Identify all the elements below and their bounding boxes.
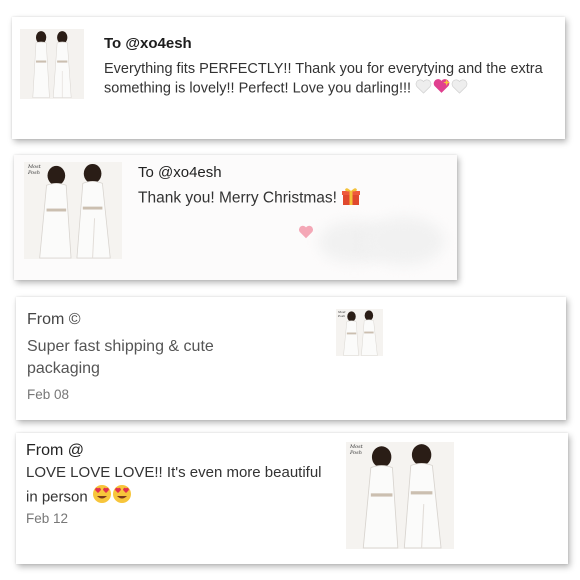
- heart-eyes-icon: [112, 484, 132, 511]
- review-date: Feb 12: [26, 511, 69, 526]
- dress-photo-icon: [24, 162, 122, 259]
- thumbnail-caption: Most Posh: [350, 444, 363, 456]
- white-heart-icon: [451, 79, 468, 99]
- listing-thumbnail[interactable]: [20, 29, 84, 99]
- listing-thumbnail[interactable]: Most Posh: [336, 309, 383, 356]
- review-message-text: Super fast shipping & cute packaging: [27, 338, 214, 377]
- review-date: Feb 08: [27, 387, 70, 402]
- recipient-label[interactable]: To @xo4esh: [104, 35, 192, 52]
- heart-eyes-icon: [92, 484, 112, 511]
- sender-label[interactable]: From ©: [27, 311, 81, 329]
- review-message: Everything fits PERFECTLY!! Thank you fo…: [104, 60, 554, 99]
- review-message-text: Everything fits PERFECTLY!! Thank you fo…: [104, 61, 543, 97]
- thumbnail-caption: Most Posh: [338, 310, 346, 318]
- recipient-label[interactable]: To @xo4esh: [138, 164, 222, 181]
- sender-label[interactable]: From @: [26, 442, 84, 460]
- dress-photo-icon: [346, 442, 454, 549]
- review-message-text: LOVE LOVE LOVE!! It's even more beautifu…: [26, 464, 322, 506]
- sparkling-heart-icon: [432, 78, 451, 99]
- review-card: From © Super fast shipping & cute packag…: [16, 297, 566, 420]
- white-heart-icon: [415, 79, 432, 99]
- redacted-area: [364, 217, 444, 265]
- review-card: From @ LOVE LOVE LOVE!! It's even more b…: [16, 433, 568, 564]
- review-message: Thank you! Merry Christmas!: [138, 186, 361, 211]
- review-message: LOVE LOVE LOVE!! It's even more beautifu…: [26, 462, 326, 511]
- listing-thumbnail[interactable]: Most Posh: [24, 162, 122, 259]
- review-card: To @xo4esh Everything fits PERFECTLY!! T…: [12, 17, 565, 139]
- thumbnail-caption: Most Posh: [28, 164, 41, 176]
- dress-photo-icon: [20, 29, 84, 99]
- pink-heart-icon: [298, 225, 314, 244]
- review-card: Most Posh To @xo4esh Thank you! Merry Ch…: [14, 155, 457, 280]
- listing-thumbnail[interactable]: Most Posh: [346, 442, 454, 549]
- gift-icon: [341, 186, 361, 211]
- review-message-text: Thank you! Merry Christmas!: [138, 189, 337, 207]
